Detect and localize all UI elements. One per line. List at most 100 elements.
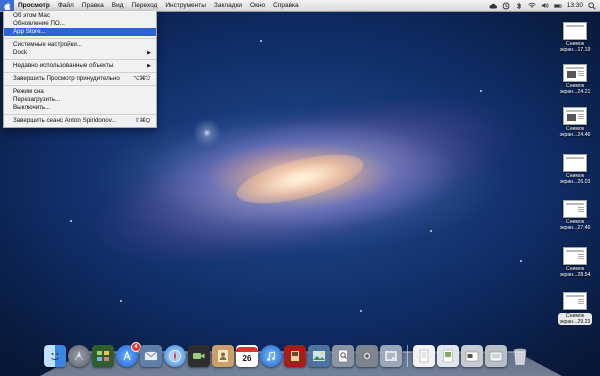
system-preferences-icon[interactable] <box>356 345 378 367</box>
apple-menu-button[interactable] <box>0 0 14 11</box>
menu-item-label: Завершить сеанс Anton Spiridonov... <box>13 117 117 124</box>
menu-separator <box>4 38 156 39</box>
keyboard-shortcut: ⇧⌘Q <box>134 118 150 124</box>
menu-app-name[interactable]: Просмотр <box>14 0 54 11</box>
menu-item-software-update[interactable]: Обновление ПО... <box>4 20 156 28</box>
facetime-icon[interactable] <box>188 345 210 367</box>
dock-app-icon[interactable] <box>380 345 402 367</box>
menu-item-label: Выключить... <box>13 104 51 111</box>
preview-icon[interactable] <box>332 345 354 367</box>
submenu-arrow-icon: ▶ <box>147 50 151 56</box>
downloads-stack-icon[interactable] <box>437 345 459 367</box>
menu-item-app-store[interactable]: App Store... <box>4 28 156 36</box>
star <box>480 90 482 92</box>
menu-item-system-preferences[interactable]: Системные настройки... <box>4 41 156 49</box>
menu-item-shut-down[interactable]: Выключить... <box>4 104 156 112</box>
menu-edit[interactable]: Правка <box>78 0 108 11</box>
menu-window[interactable]: Окно <box>246 0 269 11</box>
dock-separator <box>407 345 408 367</box>
calendar-icon[interactable]: 26 <box>236 345 258 367</box>
calendar-day: 26 <box>242 353 252 363</box>
menu-item-restart[interactable]: Перезагрузить... <box>4 96 156 104</box>
dock: 4 26 <box>44 337 558 367</box>
menu-view[interactable]: Вид <box>108 0 128 11</box>
desktop-file-screenshot[interactable]: Снимок экран...24.21 <box>552 64 598 95</box>
star <box>430 230 432 232</box>
menu-item-label: Обновление ПО... <box>13 20 65 27</box>
wifi-icon[interactable] <box>527 2 536 10</box>
folder-stack-icon[interactable] <box>485 345 507 367</box>
launchpad-icon[interactable] <box>68 345 90 367</box>
iphoto-icon[interactable] <box>308 345 330 367</box>
desktop-file-screenshot-selected[interactable]: Снимок экран...29.23 <box>552 292 598 328</box>
menu-item-label: App Store... <box>13 28 46 35</box>
star <box>70 220 72 222</box>
volume-icon[interactable] <box>541 2 549 10</box>
finder-icon[interactable] <box>44 345 66 367</box>
battery-icon[interactable] <box>553 2 562 10</box>
address-book-icon[interactable] <box>212 345 234 367</box>
file-name: Снимок экран...17.19 <box>559 41 591 53</box>
menu-bookmarks[interactable]: Закладки <box>210 0 246 11</box>
mail-icon[interactable] <box>140 345 162 367</box>
keyboard-shortcut: ⌥⌘⎋ <box>132 76 150 82</box>
menu-item-recent-items[interactable]: Недавно использованные объекты ▶ <box>4 62 156 70</box>
star <box>520 260 522 262</box>
desktop-file-screenshot[interactable]: Снимок экран...24.46 <box>552 107 598 138</box>
menu-tools[interactable]: Инструменты <box>161 0 210 11</box>
file-name: Снимок экран...27.46 <box>559 219 591 231</box>
menu-item-label: Об этом Mac <box>13 12 50 19</box>
trash-icon[interactable] <box>509 345 531 367</box>
menu-help[interactable]: Справка <box>269 0 303 11</box>
menu-item-label: Завершить Просмотр принудительно <box>13 75 120 82</box>
screenshots-stack-icon[interactable] <box>461 345 483 367</box>
screenshot-thumbnail-icon <box>563 154 587 172</box>
file-name: Снимок экран...24.21 <box>559 83 591 95</box>
star <box>260 40 262 42</box>
itunes-icon[interactable] <box>260 345 282 367</box>
spotlight-icon[interactable] <box>588 1 596 10</box>
menu-item-label: Перезагрузить... <box>13 96 61 103</box>
menu-item-label: Недавно использованные объекты <box>13 62 114 69</box>
desktop-file-screenshot[interactable]: Снимок экран...28.54 <box>552 247 598 278</box>
cloud-icon[interactable] <box>489 2 497 10</box>
file-name: Снимок экран...26.03 <box>559 173 591 185</box>
menu-item-sleep[interactable]: Режим сна <box>4 88 156 96</box>
time-machine-icon[interactable] <box>502 2 510 10</box>
safari-icon[interactable] <box>164 345 186 367</box>
menu-item-force-quit[interactable]: Завершить Просмотр принудительно ⌥⌘⎋ <box>4 75 156 83</box>
desktop-file-screenshot[interactable]: Снимок экран...27.46 <box>552 200 598 231</box>
screenshot-thumbnail-icon <box>563 22 587 40</box>
clock[interactable]: 13:30 <box>567 2 583 9</box>
submenu-arrow-icon: ▶ <box>147 63 151 69</box>
menu-go[interactable]: Переход <box>128 0 162 11</box>
app-store-icon[interactable]: 4 <box>116 342 141 367</box>
menu-item-about-this-mac[interactable]: Об этом Mac <box>4 12 156 20</box>
apple-menu-dropdown: Об этом Mac Обновление ПО... App Store..… <box>3 11 157 128</box>
star <box>120 300 122 302</box>
menu-separator <box>4 59 156 60</box>
menu-item-log-out[interactable]: Завершить сеанс Anton Spiridonov... ⇧⌘Q <box>4 117 156 125</box>
menu-file[interactable]: Файл <box>54 0 78 11</box>
screenshot-thumbnail-icon <box>563 247 587 265</box>
screenshot-thumbnail-icon <box>563 64 587 82</box>
menu-item-dock[interactable]: Dock ▶ <box>4 49 156 57</box>
mission-control-icon[interactable] <box>92 345 114 367</box>
menu-item-label: Режим сна <box>13 88 44 95</box>
screenshot-thumbnail-icon <box>563 292 587 310</box>
photo-booth-icon[interactable] <box>284 345 306 367</box>
menu-bar-status-area: 13:30 <box>489 0 596 11</box>
menu-item-label: Dock <box>13 49 28 56</box>
screenshot-thumbnail-icon <box>563 200 587 218</box>
apple-logo-icon <box>3 1 10 10</box>
menu-item-label: Системные настройки... <box>13 41 82 48</box>
file-name: Снимок экран...29.23 <box>557 313 593 325</box>
screenshot-thumbnail-icon <box>563 107 587 125</box>
menu-separator <box>4 72 156 73</box>
star <box>360 310 362 312</box>
menu-separator <box>4 114 156 115</box>
desktop-file-screenshot[interactable]: Снимок экран...26.03 <box>552 154 598 185</box>
document-stack-icon[interactable] <box>413 345 435 367</box>
desktop-file-screenshot[interactable]: Снимок экран...17.19 <box>552 22 598 53</box>
bluetooth-icon[interactable] <box>515 2 523 10</box>
